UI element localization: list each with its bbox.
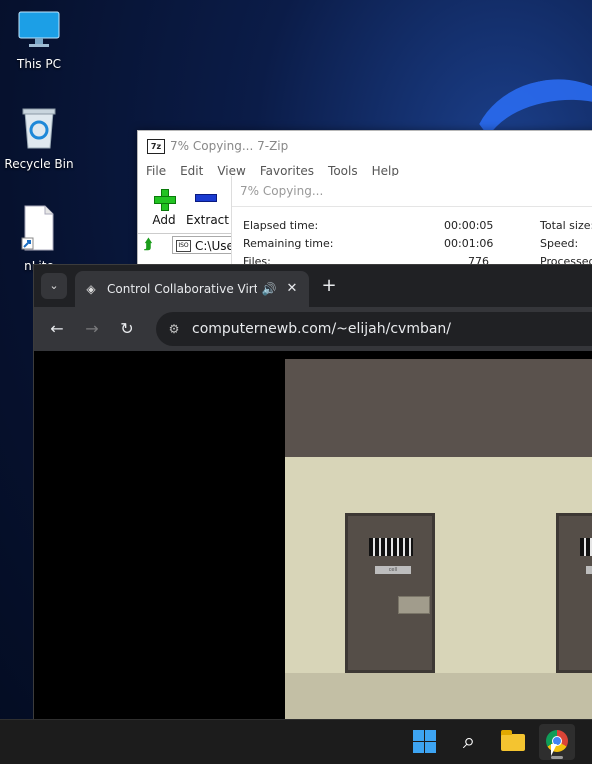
windows-logo-tile [425, 730, 436, 741]
mouse-cursor-icon [551, 744, 557, 756]
site-info-icon[interactable]: ⚙ [166, 321, 182, 337]
tab-search-button[interactable]: ⌄ [41, 273, 67, 299]
add-button[interactable]: Add [144, 189, 184, 227]
chrome-taskbar-button[interactable] [539, 724, 575, 760]
elapsed-value: 00:00:05 [444, 219, 494, 232]
sevenzip-titlebar[interactable]: 7z 7% Copying... 7-Zip [138, 131, 592, 161]
copy-dialog-title: 7% Copying... [232, 176, 592, 207]
sevenzip-title: 7% Copying... 7-Zip [170, 139, 289, 153]
remaining-value: 00:01:06 [444, 237, 494, 250]
extract-button[interactable]: Extract [186, 187, 229, 227]
desktop-icon-recycle-bin[interactable]: Recycle Bin [1, 106, 77, 171]
remaining-label: Remaining time: [243, 237, 334, 250]
running-indicator [551, 756, 563, 759]
windows-logo-tile [413, 742, 424, 753]
windows-logo-icon [413, 730, 424, 741]
url-text: computernewb.com/~elijah/cvmban/ [192, 321, 452, 337]
path-field[interactable]: ISO C:\Users [172, 236, 232, 254]
monitor-icon [18, 11, 60, 47]
speaker-icon[interactable]: 🔊 [260, 280, 278, 298]
back-arrow-icon[interactable]: ← [46, 318, 68, 340]
page-viewport[interactable]: cell cell [34, 351, 592, 725]
cell-door: cell [345, 513, 435, 673]
browser-tab[interactable]: ◈ Control Collaborative Virtual 🔊 ✕ [75, 271, 309, 307]
add-label: Add [152, 213, 176, 227]
door-plate: cell [375, 566, 411, 574]
total-size-label: Total size: [540, 219, 592, 232]
tab-close-icon[interactable]: ✕ [283, 280, 301, 298]
sevenzip-address-bar: ⮭ ISO C:\Users [138, 233, 233, 258]
menu-edit[interactable]: Edit [180, 161, 203, 181]
chrome-icon [546, 730, 568, 752]
folder-icon [501, 730, 525, 751]
reload-icon[interactable]: ↻ [116, 318, 138, 340]
new-tab-button[interactable]: + [318, 275, 340, 297]
drive-icon: ISO [176, 240, 191, 252]
elapsed-label: Elapsed time: [243, 219, 319, 232]
browser-toolbar: ← → ↻ ⚙ computernewb.com/~elijah/cvmban/ [34, 307, 592, 351]
site-favicon-icon: ◈ [86, 282, 96, 296]
sevenzip-window[interactable]: 7z 7% Copying... 7-Zip File Edit View Favor… [137, 130, 592, 286]
recycle-bin-icon [22, 108, 56, 149]
cell-door: cell [556, 513, 592, 673]
speed-label: Speed: [540, 237, 579, 250]
desktop-icon-this-pc[interactable]: This PC [1, 10, 77, 71]
address-bar[interactable]: ⚙ computernewb.com/~elijah/cvmban/ [156, 312, 592, 346]
search-button[interactable]: ⌕ [455, 728, 483, 756]
door-grate [580, 538, 592, 556]
plus-icon [154, 189, 176, 211]
desktop-icon-nlite[interactable]: nLite [1, 204, 77, 273]
menu-file[interactable]: File [146, 161, 166, 181]
windows-logo-tile [425, 742, 436, 753]
game-upper-wall [285, 359, 592, 457]
tab-strip: ⌄ ◈ Control Collaborative Virtual 🔊 ✕ + [34, 265, 592, 307]
chevron-down-icon: ⌄ [49, 279, 59, 292]
taskbar: ⌕ [0, 719, 592, 764]
desktop-icon-label: This PC [17, 57, 61, 71]
sevenzip-logo-icon: 7z [147, 139, 165, 154]
start-button[interactable] [411, 728, 439, 756]
file-shortcut-icon [21, 205, 54, 251]
door-grate [369, 538, 413, 556]
door-slot [398, 596, 430, 614]
sevenzip-toolbar: Add Extract [144, 187, 229, 227]
chrome-window[interactable]: ⌄ ◈ Control Collaborative Virtual 🔊 ✕ + … [33, 264, 592, 726]
game-canvas[interactable]: cell cell [285, 359, 592, 725]
forward-arrow-icon[interactable]: → [81, 318, 103, 340]
path-text: C:\Users [195, 239, 231, 253]
extract-label: Extract [186, 213, 229, 227]
search-icon: ⌕ [462, 729, 476, 754]
folder-up-icon[interactable]: ⮭ [144, 238, 158, 252]
door-plate: cell [586, 566, 592, 574]
desktop-icon-label: Recycle Bin [4, 157, 74, 171]
tab-title: Control Collaborative Virtual [107, 282, 257, 296]
game-floor [285, 673, 592, 725]
file-explorer-button[interactable] [499, 728, 527, 756]
minus-icon [195, 194, 217, 202]
